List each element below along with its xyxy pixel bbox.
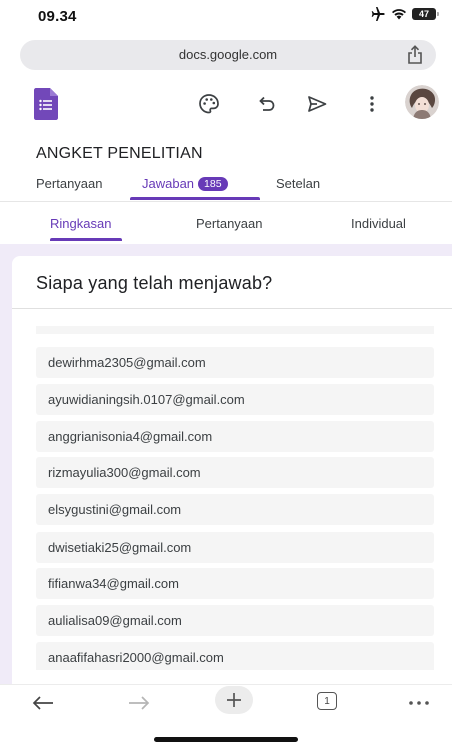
tab-ringkasan[interactable]: Ringkasan bbox=[50, 216, 111, 231]
airplane-icon bbox=[370, 7, 386, 21]
palette-icon[interactable] bbox=[197, 92, 221, 116]
tab-jawaban[interactable]: Jawaban 185 bbox=[142, 176, 228, 192]
app-toolbar bbox=[0, 80, 452, 130]
send-icon[interactable] bbox=[305, 92, 329, 116]
list-item: elsygustini@gmail.com bbox=[36, 494, 434, 525]
undo-icon[interactable] bbox=[254, 92, 278, 116]
home-indicator bbox=[154, 737, 298, 742]
list-item: anggrianisonia4@gmail.com bbox=[36, 421, 434, 452]
tab-pertanyaan[interactable]: Pertanyaan bbox=[36, 176, 103, 191]
new-tab-button[interactable] bbox=[215, 686, 253, 714]
list-item: dwisetiaki25@gmail.com bbox=[36, 532, 434, 563]
status-icons: 47 bbox=[370, 7, 439, 21]
back-arrow-icon[interactable] bbox=[30, 690, 56, 716]
share-icon[interactable] bbox=[406, 45, 424, 70]
tab-switcher-button[interactable]: 1 bbox=[317, 692, 337, 710]
active-subtab-indicator bbox=[50, 238, 122, 241]
more-horiz-icon[interactable] bbox=[406, 690, 432, 716]
tab-jawaban-label: Jawaban bbox=[142, 176, 195, 191]
plus-icon bbox=[227, 693, 241, 707]
divider bbox=[12, 308, 452, 309]
list-item: aulialisa09@gmail.com bbox=[36, 605, 434, 636]
tab-pertanyaan-summary[interactable]: Pertanyaan bbox=[196, 216, 263, 231]
list-item: rizmayulia300@gmail.com bbox=[36, 457, 434, 488]
list-item: dewirhma2305@gmail.com bbox=[36, 347, 434, 378]
account-avatar[interactable] bbox=[405, 85, 439, 119]
address-bar[interactable]: docs.google.com bbox=[20, 40, 436, 70]
tab-setelan[interactable]: Setelan bbox=[276, 176, 320, 191]
responders-heading: Siapa yang telah menjawab? bbox=[36, 273, 273, 293]
tab-individual[interactable]: Individual bbox=[351, 216, 406, 231]
battery-icon: 47 bbox=[412, 8, 439, 20]
response-count-badge: 185 bbox=[198, 177, 228, 191]
list-item: fifianwa34@gmail.com bbox=[36, 568, 434, 599]
more-vert-icon[interactable] bbox=[360, 92, 384, 116]
status-time: 09.34 bbox=[38, 8, 77, 25]
responder-email-list[interactable]: dewirhma2305@gmail.com ayuwidianingsih.0… bbox=[36, 326, 434, 670]
list-item: anaafifahasri2000@gmail.com bbox=[36, 642, 434, 670]
status-bar: 09.34 47 bbox=[0, 0, 452, 34]
url-text[interactable]: docs.google.com bbox=[20, 47, 436, 62]
active-tab-indicator bbox=[130, 197, 260, 200]
google-forms-logo-icon[interactable] bbox=[34, 88, 58, 120]
list-item-partial bbox=[36, 326, 434, 334]
forward-arrow-icon[interactable] bbox=[126, 690, 152, 716]
form-title: ANGKET PENELITIAN bbox=[36, 145, 203, 162]
list-item: ayuwidianingsih.0107@gmail.com bbox=[36, 384, 434, 415]
wifi-icon bbox=[391, 8, 407, 20]
